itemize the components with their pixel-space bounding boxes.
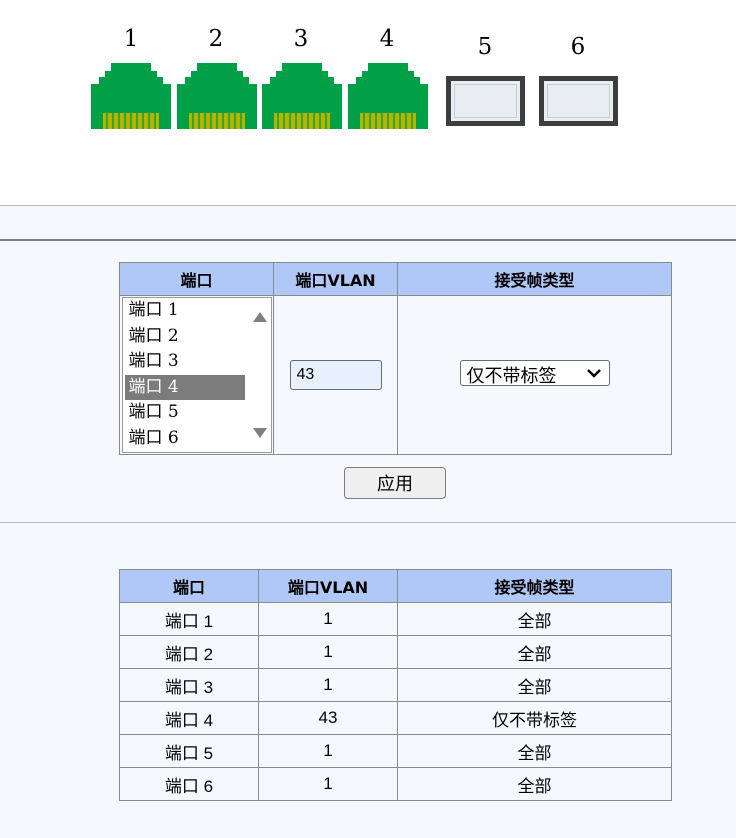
port-option-5[interactable]: 端口 5 [125, 400, 245, 426]
port-listbox[interactable]: 端口 1 端口 2 端口 3 端口 4 端口 5 端口 6 [121, 297, 272, 453]
row-vlan: 1 [258, 767, 398, 801]
row-frame-type: 全部 [397, 602, 672, 636]
port-panel: 1 2 3 4 5 6 [0, 0, 736, 206]
port-option-4[interactable]: 端口 4 [124, 374, 245, 400]
sfp-port-5-icon[interactable] [446, 76, 525, 126]
section-divider [0, 239, 736, 241]
summary-header-port-vlan: 端口VLAN [258, 569, 398, 603]
rj45-port-2-icon[interactable] [177, 63, 257, 129]
table-row: 端口 2 1 全部 [119, 635, 672, 669]
row-port: 端口 1 [119, 602, 259, 636]
header-frame-type: 接受帧类型 [397, 262, 672, 296]
row-vlan: 1 [258, 734, 398, 768]
table-row: 端口 6 1 全部 [119, 767, 672, 801]
summary-header-frame-type: 接受帧类型 [397, 569, 672, 603]
row-port: 端口 6 [119, 767, 259, 801]
port-number-5: 5 [477, 34, 493, 60]
frame-type-cell: 仅不带标签 [397, 295, 672, 455]
row-vlan: 1 [258, 602, 398, 636]
row-vlan: 1 [258, 668, 398, 702]
port-vlan-input[interactable] [289, 360, 382, 390]
header-port-vlan: 端口VLAN [273, 262, 398, 296]
table-row: 端口 3 1 全部 [119, 668, 672, 702]
header-port: 端口 [119, 262, 274, 296]
port-number-4: 4 [379, 26, 395, 52]
port-number-3: 3 [293, 26, 309, 52]
row-port: 端口 5 [119, 734, 259, 768]
row-port: 端口 2 [119, 635, 259, 669]
row-frame-type: 全部 [397, 767, 672, 801]
table-row: 端口 5 1 全部 [119, 734, 672, 768]
port-option-3[interactable]: 端口 3 [125, 349, 245, 375]
port-vlan-config-table: 端口 端口VLAN 接受帧类型 端口 1 端口 2 端口 3 端口 4 端口 5… [119, 262, 672, 455]
rj45-port-1-icon[interactable] [91, 63, 171, 129]
row-frame-type: 仅不带标签 [397, 701, 672, 735]
apply-button[interactable]: 应用 [344, 467, 446, 499]
frame-type-select[interactable]: 仅不带标签 [459, 360, 610, 387]
row-vlan: 43 [258, 701, 398, 735]
table-row: 端口 4 43 仅不带标签 [119, 701, 672, 735]
rj45-port-3-icon[interactable] [262, 63, 342, 129]
row-frame-type: 全部 [397, 734, 672, 768]
row-frame-type: 全部 [397, 635, 672, 669]
row-port: 端口 4 [119, 701, 259, 735]
chevron-down-icon [586, 369, 601, 378]
listbox-scrollbar[interactable] [249, 300, 269, 450]
port-number-1: 1 [123, 26, 139, 52]
scroll-down-arrow-icon[interactable] [252, 428, 267, 438]
scroll-up-arrow-icon[interactable] [252, 312, 267, 322]
frame-type-selected-value: 仅不带标签 [466, 366, 557, 387]
port-option-2[interactable]: 端口 2 [125, 324, 245, 350]
summary-header-port: 端口 [119, 569, 259, 603]
table-row: 端口 1 1 全部 [119, 602, 672, 636]
port-number-2: 2 [208, 26, 224, 52]
port-option-6[interactable]: 端口 6 [125, 426, 245, 452]
vlan-input-cell [273, 295, 398, 455]
port-list-cell: 端口 1 端口 2 端口 3 端口 4 端口 5 端口 6 [119, 295, 274, 455]
sfp-port-6-icon[interactable] [539, 76, 618, 126]
port-number-6: 6 [570, 34, 586, 60]
rj45-port-4-icon[interactable] [348, 63, 428, 129]
row-vlan: 1 [258, 635, 398, 669]
port-vlan-summary-table: 端口 端口VLAN 接受帧类型 端口 1 1 全部 端口 2 1 全部 端口 3… [119, 569, 672, 801]
section-divider-2 [0, 522, 736, 523]
row-port: 端口 3 [119, 668, 259, 702]
row-frame-type: 全部 [397, 668, 672, 702]
port-option-1[interactable]: 端口 1 [125, 298, 245, 324]
